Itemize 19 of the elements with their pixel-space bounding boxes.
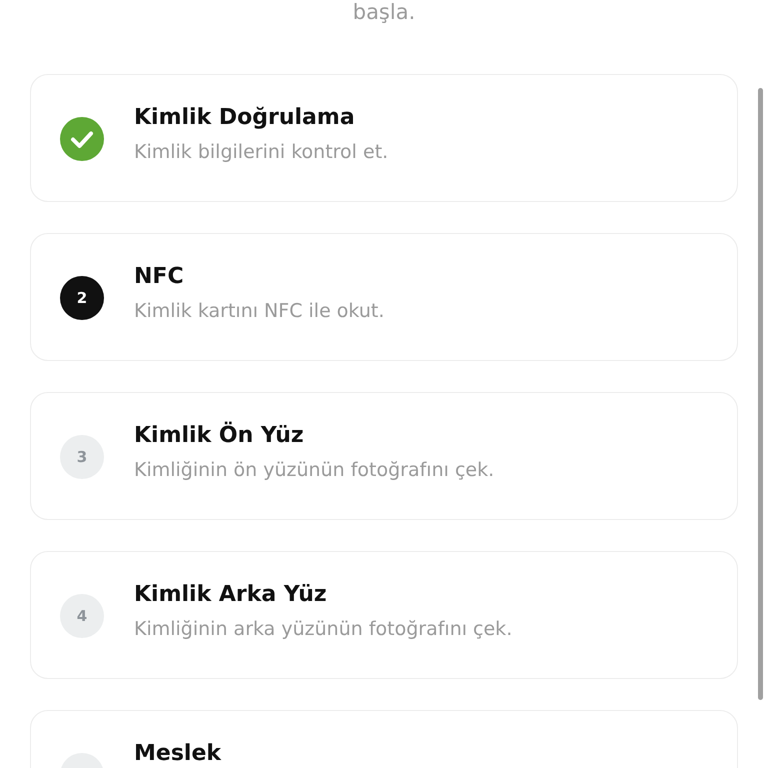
step-card[interactable]: Kimlik Doğrulama Kimlik bilgilerini kontrol et. xyxy=(30,74,738,202)
step-number: 4 xyxy=(60,594,104,638)
step-description: Kimliğinin ön yüzünün fotoğrafını çek. xyxy=(134,458,494,483)
step-card[interactable]: 3 Kimlik Ön Yüz Kimliğinin ön yüzünün fotoğrafını çek. xyxy=(30,392,738,520)
step-title: Kimlik Ön Yüz xyxy=(134,423,305,449)
intro-text: başla. xyxy=(352,0,416,24)
step-number: 2 xyxy=(60,276,104,320)
step-title: Kimlik Arka Yüz xyxy=(134,582,328,608)
step-card[interactable]: 4 Kimlik Arka Yüz Kimliğinin arka yüzünün fotoğrafını çek. xyxy=(30,551,738,679)
step-description: Kimliğinin arka yüzünün fotoğrafını çek. xyxy=(134,617,512,642)
step-title: Meslek xyxy=(134,741,222,767)
scrollbar[interactable] xyxy=(758,88,763,700)
step-title: NFC xyxy=(134,264,185,290)
step-title: Kimlik Doğrulama xyxy=(134,105,356,131)
step-description: Kimlik kartını NFC ile okut. xyxy=(134,299,384,324)
step-description: Kimlik bilgilerini kontrol et. xyxy=(134,140,388,165)
step-card[interactable]: 2 NFC Kimlik kartını NFC ile okut. xyxy=(30,233,738,361)
step-card[interactable]: Meslek xyxy=(30,710,738,768)
step-number: 3 xyxy=(60,435,104,479)
